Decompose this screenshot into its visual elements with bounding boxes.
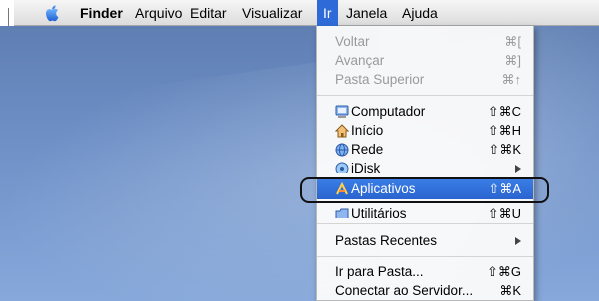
- applications-icon: [335, 181, 349, 196]
- menu-item-label: Avançar: [335, 53, 385, 68]
- shortcut-label: ⇧⌘K: [488, 142, 521, 157]
- home-icon: [334, 124, 350, 138]
- shortcut-label: ⌘K: [499, 283, 521, 298]
- menu-visualizar[interactable]: Visualizar: [242, 0, 302, 26]
- menu-item-avancar[interactable]: Avançar ⌘]: [317, 51, 533, 71]
- menu-item-label: Computador: [351, 104, 426, 119]
- menubar-corner: [0, 0, 14, 26]
- menu-separator: [317, 223, 533, 224]
- network-icon: [335, 143, 349, 157]
- menu-item-ir-para-pasta[interactable]: Ir para Pasta... ⇧⌘G: [317, 262, 533, 282]
- menu-item-inicio[interactable]: Início ⇧⌘H: [317, 121, 533, 141]
- menu-ir[interactable]: Ir: [317, 0, 338, 26]
- menu-item-label: Ir para Pasta...: [335, 264, 424, 279]
- menu-item-label: Aplicativos: [351, 181, 416, 196]
- shortcut-label: ⇧⌘U: [487, 206, 521, 218]
- menu-item-conectar-servidor[interactable]: Conectar ao Servidor... ⌘K: [317, 281, 533, 301]
- menu-separator: [317, 256, 533, 257]
- menu-item-pasta-superior[interactable]: Pasta Superior ⌘↑: [317, 70, 533, 90]
- menu-item-label: Início: [351, 123, 384, 138]
- shortcut-label: ⌘↑: [501, 72, 522, 87]
- shortcut-label: ⇧⌘H: [487, 123, 521, 138]
- shortcut-label: ⌘[: [504, 34, 521, 49]
- go-menu-dropdown: Voltar ⌘[ Avançar ⌘] Pasta Superior ⌘↑ C…: [316, 26, 534, 301]
- utilities-icon: [335, 207, 349, 218]
- menu-ajuda[interactable]: Ajuda: [402, 0, 438, 26]
- menu-editar[interactable]: Editar: [190, 0, 227, 26]
- menu-janela[interactable]: Janela: [346, 0, 387, 26]
- menu-item-aplicativos[interactable]: Aplicativos ⇧⌘A: [317, 179, 533, 199]
- menu-item-rede[interactable]: Rede ⇧⌘K: [317, 140, 533, 160]
- shortcut-label: ⇧⌘A: [488, 181, 521, 196]
- shortcut-label: ⇧⌘C: [487, 104, 521, 119]
- menu-item-computador[interactable]: Computador ⇧⌘C: [317, 102, 533, 122]
- submenu-arrow-icon: [515, 165, 521, 173]
- idisk-icon: [335, 162, 349, 173]
- menu-item-label: Conectar ao Servidor...: [335, 283, 474, 298]
- menu-item-utilitarios[interactable]: Utilitários ⇧⌘U: [317, 204, 533, 218]
- submenu-arrow-icon: [515, 237, 521, 245]
- menu-item-pastas-recentes[interactable]: Pastas Recentes: [317, 231, 533, 251]
- menu-item-voltar[interactable]: Voltar ⌘[: [317, 32, 533, 52]
- shortcut-label: ⇧⌘G: [486, 264, 521, 279]
- menu-item-label: Voltar: [335, 34, 370, 49]
- computer-icon: [335, 105, 349, 119]
- menu-separator: [317, 95, 533, 96]
- menu-finder[interactable]: Finder: [80, 0, 123, 26]
- menu-item-idisk[interactable]: iDisk: [317, 159, 533, 173]
- menu-item-label: Rede: [351, 142, 384, 157]
- menu-item-label: Utilitários: [351, 206, 407, 218]
- menu-item-label: iDisk: [351, 161, 381, 173]
- menu-item-label: Pastas Recentes: [335, 233, 438, 248]
- menu-item-label: Pasta Superior: [335, 72, 425, 87]
- apple-icon[interactable]: [44, 3, 60, 23]
- menu-arquivo[interactable]: Arquivo: [135, 0, 182, 26]
- menu-bar: Finder Arquivo Editar Visualizar Ir Jane…: [0, 0, 599, 26]
- shortcut-label: ⌘]: [504, 53, 521, 68]
